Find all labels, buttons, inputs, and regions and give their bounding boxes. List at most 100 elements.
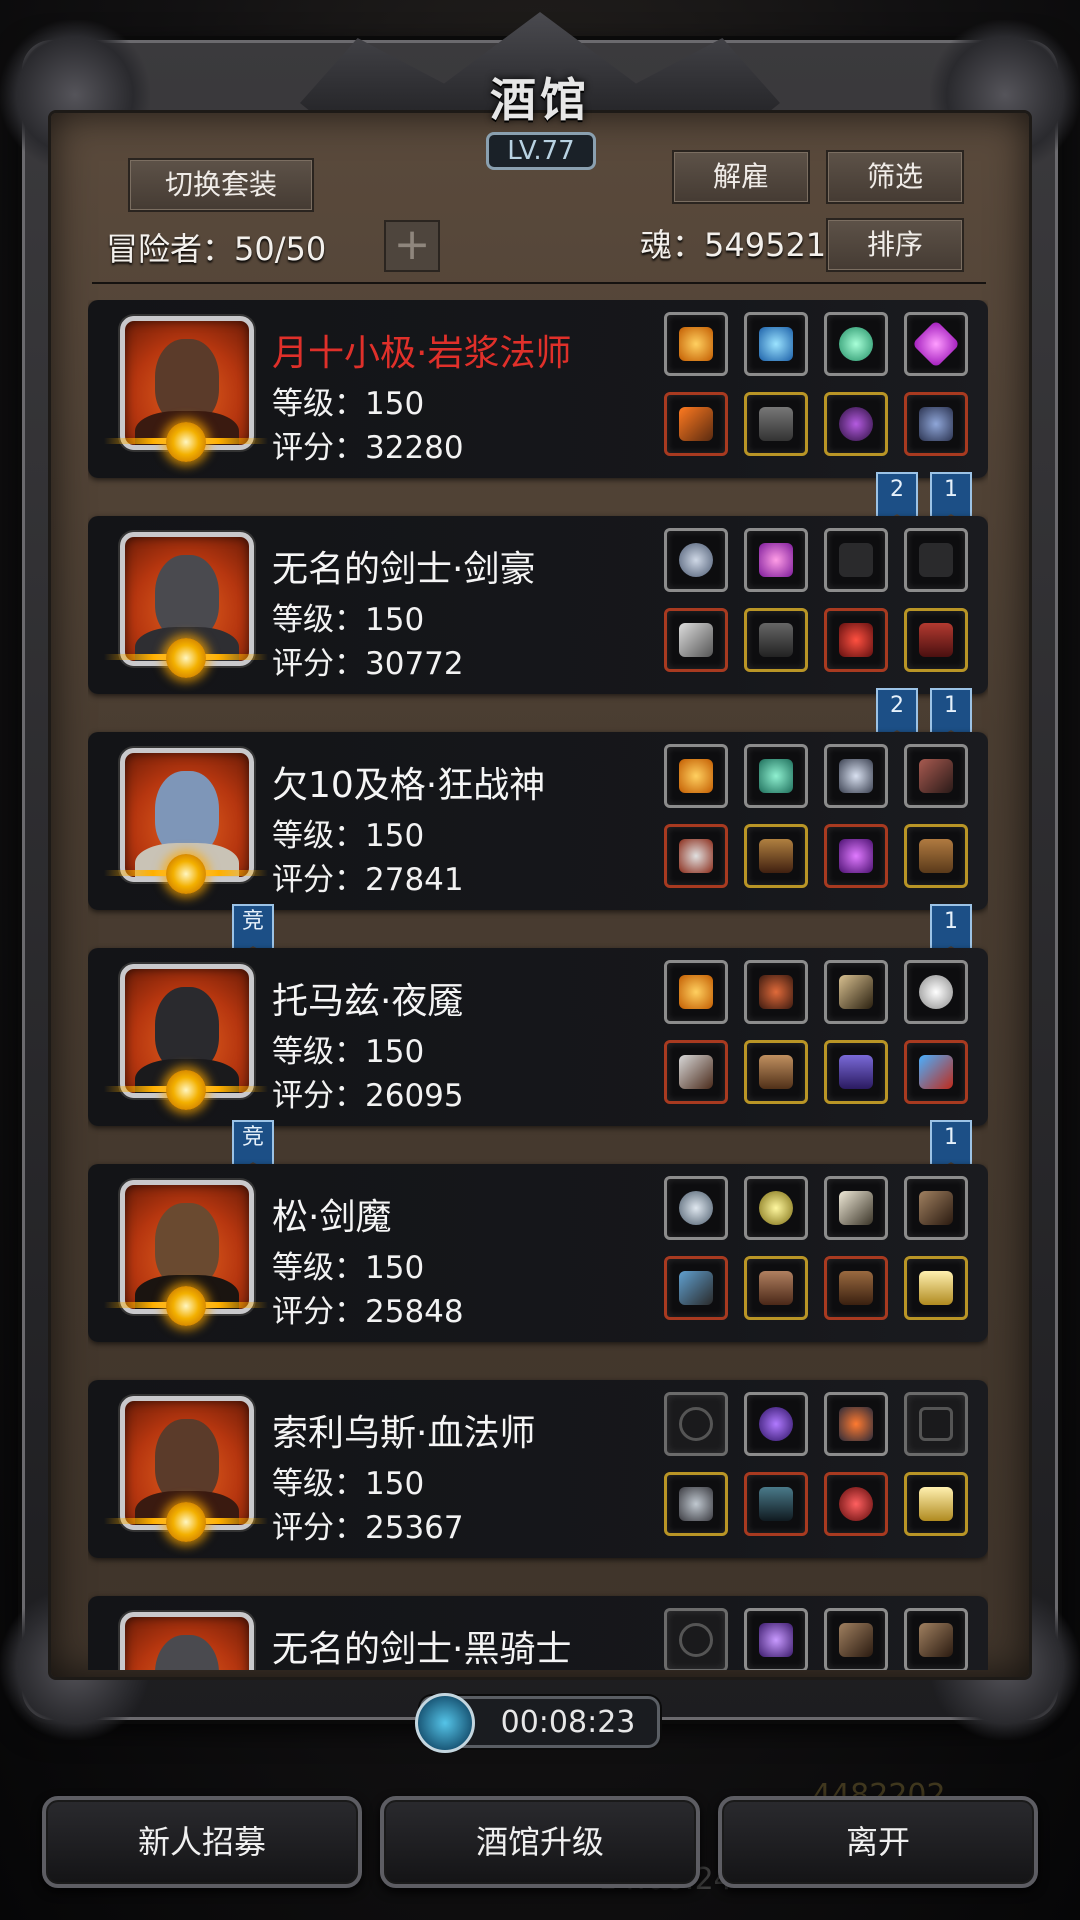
equipment-grid <box>664 960 974 1120</box>
armor-icon[interactable] <box>744 608 808 672</box>
hero-row[interactable]: 索利乌斯·血法师 等级：150 评分：25367 <box>88 1380 988 1560</box>
empty-necklace-slot-icon[interactable] <box>664 1608 728 1670</box>
purple-orb-icon[interactable] <box>744 1392 808 1456</box>
hero-name: 无名的剑士·剑豪 <box>272 549 536 590</box>
spiked-amulet-icon[interactable] <box>824 744 888 808</box>
rank-emblem-icon <box>166 1286 206 1326</box>
chain-ring-icon[interactable] <box>664 1176 728 1240</box>
adventurer-count: 冒险者：50/50 <box>106 230 327 268</box>
armor-icon[interactable] <box>744 392 808 456</box>
hero-score: 评分：32280 <box>272 430 464 466</box>
staff-icon[interactable] <box>664 392 728 456</box>
white-stone-icon[interactable] <box>904 960 968 1024</box>
empty-rune-slot-icon[interactable] <box>904 1392 968 1456</box>
hero-level: 等级：150 <box>272 1250 425 1286</box>
red-eye-icon[interactable] <box>824 1472 888 1536</box>
spear-icon[interactable] <box>664 1256 728 1320</box>
equipment-grid <box>664 528 974 688</box>
switch-outfit-button[interactable]: 切换套装 <box>128 158 314 212</box>
hero-level: 等级：150 <box>272 602 425 638</box>
hero-row[interactable]: 无名的剑士·剑豪 等级：150 评分：30772 <box>88 516 988 696</box>
hero-level: 等级：150 <box>272 818 425 854</box>
hero-name: 托马兹·夜魇 <box>272 981 464 1022</box>
crown-icon[interactable] <box>664 312 728 376</box>
recruit-button[interactable]: 新人招募 <box>42 1796 362 1888</box>
hero-score: 评分：25367 <box>272 1510 464 1546</box>
crown-icon[interactable] <box>664 960 728 1024</box>
shield-icon[interactable] <box>904 1472 968 1536</box>
hero-level: 等级：150 <box>272 386 425 422</box>
bracelet-icon[interactable] <box>664 528 728 592</box>
portrait-face <box>155 1635 219 1670</box>
header-divider <box>92 282 986 284</box>
gauntlet-icon[interactable] <box>824 528 888 592</box>
armor-icon[interactable] <box>744 824 808 888</box>
blade-icon[interactable] <box>904 1040 968 1104</box>
hero-row[interactable]: 无名的剑士·黑骑士 <box>88 1596 988 1670</box>
clock-icon <box>415 1693 475 1753</box>
shield-icon[interactable] <box>904 1256 968 1320</box>
flame-gauntlet-icon[interactable] <box>824 1392 888 1456</box>
crossbow-icon[interactable] <box>904 1176 968 1240</box>
leave-button[interactable]: 离开 <box>718 1796 1038 1888</box>
equipment-grid <box>664 1392 974 1552</box>
hero-level: 等级：150 <box>272 1466 425 1502</box>
empty-necklace-slot-icon[interactable] <box>664 1392 728 1456</box>
equipment-grid <box>664 744 974 904</box>
purple-crystal-icon[interactable] <box>904 312 968 376</box>
purple-helm-icon[interactable] <box>824 824 888 888</box>
hero-row[interactable]: 托马兹·夜魇 等级：150 评分：26095 <box>88 948 988 1128</box>
hero-portrait[interactable] <box>120 1612 254 1670</box>
dagger-icon[interactable] <box>664 1040 728 1104</box>
rank-emblem-icon <box>166 1502 206 1542</box>
purple-crystal-icon[interactable] <box>744 1608 808 1670</box>
hero-name: 欠10及格·狂战神 <box>272 765 546 806</box>
hero-score: 评分：26095 <box>272 1078 464 1114</box>
tavern-upgrade-button[interactable]: 酒馆升级 <box>380 1796 700 1888</box>
crown-icon[interactable] <box>664 744 728 808</box>
axe-icon[interactable] <box>664 824 728 888</box>
equipment-grid <box>664 1608 974 1670</box>
fang-icon[interactable] <box>824 1176 888 1240</box>
dismiss-button[interactable]: 解雇 <box>672 150 810 204</box>
belt-icon[interactable] <box>904 608 968 672</box>
hero-name: 无名的剑士·黑骑士 <box>272 1629 572 1670</box>
hero-score: 评分：27841 <box>272 862 464 898</box>
mace-icon[interactable] <box>664 1472 728 1536</box>
refresh-timer: 00:08:23 <box>415 1693 660 1753</box>
hero-name: 月十小极·岩浆法师 <box>272 333 572 374</box>
feather-icon[interactable] <box>904 744 968 808</box>
filter-button[interactable]: 筛选 <box>826 150 964 204</box>
hero-score: 评分：25848 <box>272 1294 464 1330</box>
leather-armor-icon[interactable] <box>824 1256 888 1320</box>
hero-row[interactable]: 月十小极·岩浆法师 等级：150 评分：32280 <box>88 300 988 480</box>
equipment-grid <box>664 1176 974 1336</box>
sword-icon[interactable] <box>664 608 728 672</box>
add-adventurer-slot-button[interactable]: + <box>384 220 440 272</box>
wooden-shield-icon[interactable] <box>904 824 968 888</box>
crossbow-icon[interactable] <box>904 1608 968 1670</box>
crossbow-icon[interactable] <box>824 1608 888 1670</box>
hero-list[interactable]: 月十小极·岩浆法师 等级：150 评分：32280 2 1 无名的剑士·剑豪 等… <box>88 300 988 1670</box>
glowing-ring-icon[interactable] <box>744 1176 808 1240</box>
dark-armor-icon[interactable] <box>744 1472 808 1536</box>
amulet-icon[interactable] <box>824 392 888 456</box>
ore-icon[interactable] <box>744 960 808 1024</box>
wand-icon[interactable] <box>824 960 888 1024</box>
equipment-grid <box>664 312 974 472</box>
hero-row[interactable]: 松·剑魔 等级：150 评分：25848 <box>88 1164 988 1344</box>
armor-icon[interactable] <box>744 1256 808 1320</box>
purple-crystal-icon[interactable] <box>744 528 808 592</box>
green-stone-icon[interactable] <box>824 312 888 376</box>
gauntlet-icon[interactable] <box>904 528 968 592</box>
soul-currency: 魂：549521 <box>640 226 827 264</box>
blue-gem-icon[interactable] <box>744 312 808 376</box>
green-crystal-icon[interactable] <box>744 744 808 808</box>
demon-helmet-icon[interactable] <box>824 608 888 672</box>
sort-button[interactable]: 排序 <box>826 218 964 272</box>
belt-icon[interactable] <box>824 1040 888 1104</box>
armor-icon[interactable] <box>744 1040 808 1104</box>
hero-name: 松·剑魔 <box>272 1197 392 1238</box>
hero-row[interactable]: 欠10及格·狂战神 等级：150 评分：27841 <box>88 732 988 912</box>
helmet-icon[interactable] <box>904 392 968 456</box>
